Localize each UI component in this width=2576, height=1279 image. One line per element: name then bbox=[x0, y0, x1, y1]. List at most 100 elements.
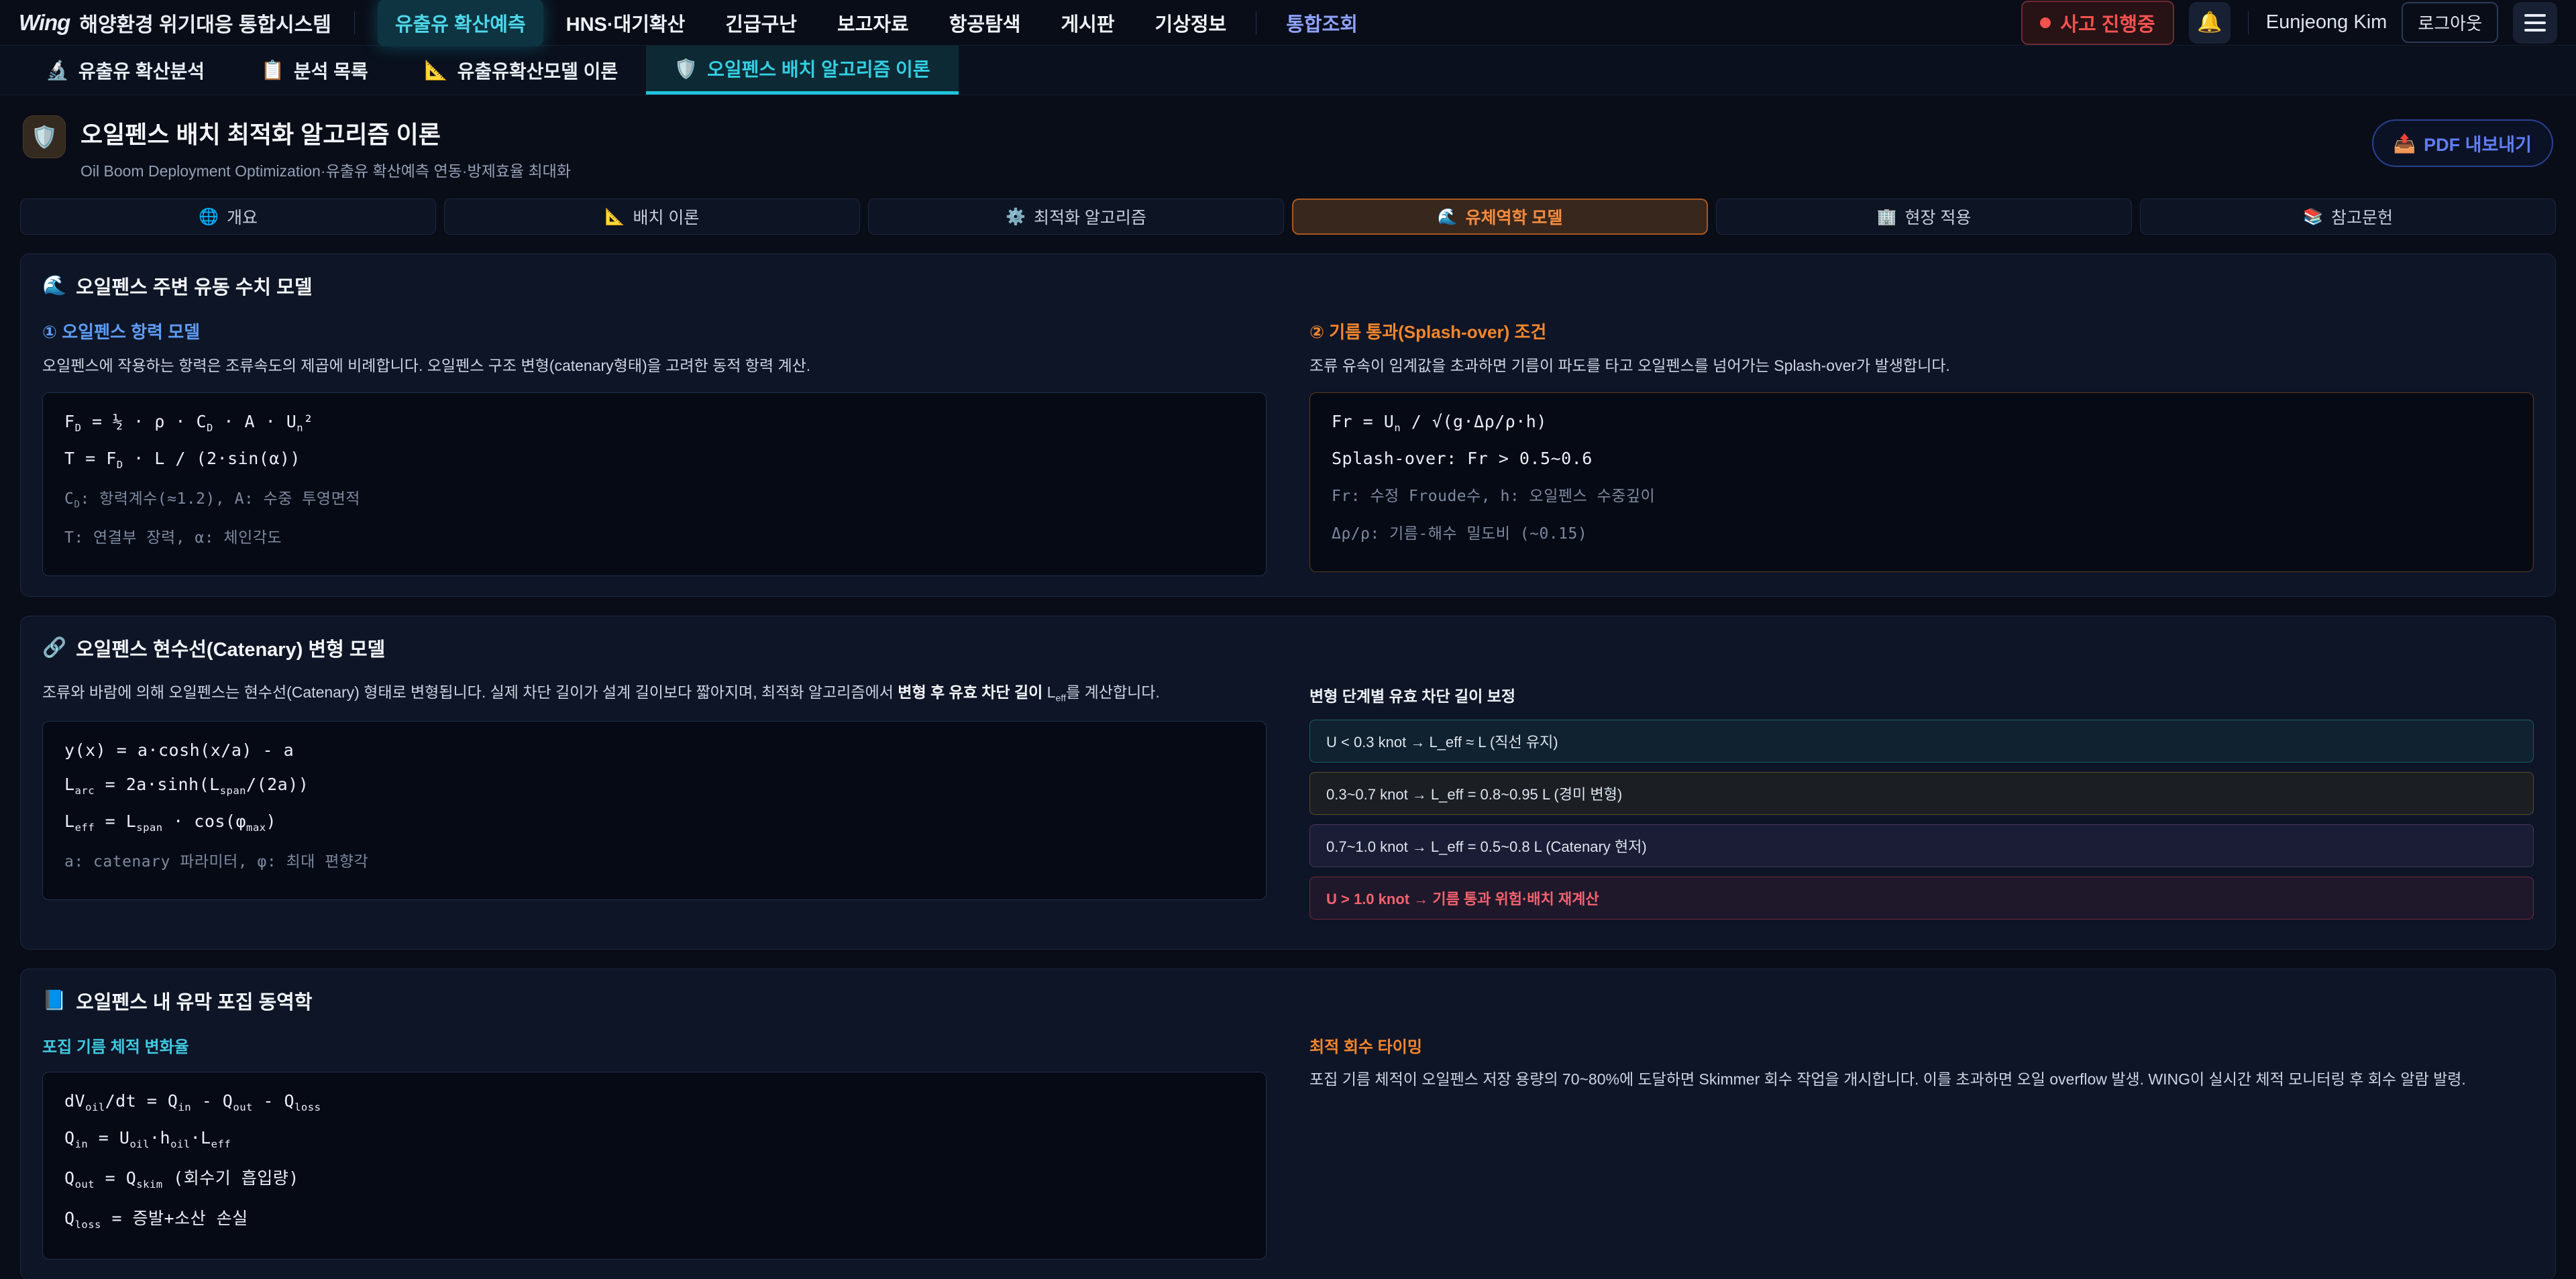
flow-model-section: 🌊 오일펜스 주변 유동 수치 모델 ① 오일펜스 항력 모델 오일펜스에 작용… bbox=[20, 254, 2556, 597]
book-icon: 📘 bbox=[42, 989, 66, 1012]
volume-rate-heading: 포집 기름 체적 변화율 bbox=[42, 1034, 1267, 1057]
section-title: 🌊 오일펜스 주변 유동 수치 모델 bbox=[42, 272, 2534, 300]
page-tabs: 🔬 유출유 확산분석 📋 분석 목록 📐 유출유확산모델 이론 🛡️ 오일펜스 … bbox=[0, 46, 2576, 95]
nav-item-board[interactable]: 게시판 bbox=[1043, 0, 1132, 46]
wave-icon: 🌊 bbox=[42, 274, 66, 297]
section-tab-label: 배치 이론 bbox=[633, 205, 699, 229]
globe-icon: 🌐 bbox=[199, 207, 219, 227]
formula-line: Leff = Lspan · cos(φmax) bbox=[64, 812, 1244, 834]
catenary-code-block: y(x) = a·cosh(x/a) - a Larc = 2a·sinh(Ls… bbox=[42, 721, 1267, 900]
ruler-icon: 📐 bbox=[605, 207, 625, 227]
drag-model-code-block: FD = ½ · ρ · CD · A · Un² T = FD · L / (… bbox=[42, 392, 1267, 577]
link-icon: 🔗 bbox=[42, 636, 66, 659]
tab-label: 오일펜스 배치 알고리즘 이론 bbox=[707, 55, 930, 82]
incident-status-badge[interactable]: 사고 진행중 bbox=[2021, 1, 2174, 45]
building-icon: 🏢 bbox=[1877, 207, 1897, 227]
tab-spill-model-theory[interactable]: 📐 유출유확산모델 이론 bbox=[396, 46, 647, 95]
nav-item-aerial-search[interactable]: 항공탐색 bbox=[932, 0, 1038, 46]
tab-analysis-list[interactable]: 📋 분석 목록 bbox=[233, 46, 396, 95]
splash-over-heading: ② 기름 통과(Splash-over) 조건 bbox=[1309, 319, 2534, 343]
brand-logo: Wing bbox=[19, 10, 70, 36]
formula-comment: T: 연결부 장력, α: 체인각도 bbox=[64, 524, 1244, 547]
topbar-right: 사고 진행중 🔔 Eunjeong Kim 로그아웃 bbox=[2021, 1, 2557, 45]
main-nav: 유출유 확산예측 HNS·대기확산 긴급구난 보고자료 항공탐색 게시판 기상정… bbox=[378, 0, 2021, 46]
drag-model-heading: ① 오일펜스 항력 모델 bbox=[42, 319, 1267, 343]
correction-item-severe: 0.7~1.0 knot → L_eff = 0.5~0.8 L (Catena… bbox=[1309, 824, 2534, 867]
drag-model-desc: 오일펜스에 작용하는 항력은 조류속도의 제곱에 비례합니다. 오일펜스 구조 … bbox=[42, 354, 1267, 378]
incident-badge-label: 사고 진행중 bbox=[2060, 9, 2155, 37]
page-title: 오일펜스 배치 최적화 알고리즘 이론 bbox=[80, 115, 571, 150]
section-tab-hydrodynamics-model[interactable]: 🌊 유체역학 모델 bbox=[1292, 199, 1708, 235]
formula-line: Larc = 2a·sinh(Lspan/(2a)) bbox=[64, 775, 1244, 797]
formula-line: FD = ½ · ρ · CD · A · Un² bbox=[64, 412, 1244, 434]
bell-icon: 🔔 bbox=[2197, 11, 2222, 34]
section-tab-label: 현장 적용 bbox=[1904, 205, 1971, 229]
correction-list: U < 0.3 knot → L_eff ≈ L (직선 유지) 0.3~0.7… bbox=[1309, 720, 2534, 920]
nav-item-integrated-search[interactable]: 통합조회 bbox=[1269, 0, 1375, 46]
splash-over-code-block: Fr = Un / √(g·Δρ/ρ·h) Splash-over: Fr > … bbox=[1309, 392, 2534, 572]
correction-item-danger: U > 1.0 knot → 기름 통과 위험·배치 재계산 bbox=[1309, 877, 2534, 920]
microscope-icon: 🔬 bbox=[46, 59, 69, 81]
section-tab-optimization-algorithm[interactable]: ⚙️ 최적화 알고리즘 bbox=[868, 199, 1284, 235]
section-title: 📘 오일펜스 내 유막 포집 동역학 bbox=[42, 987, 2534, 1015]
status-dot-icon bbox=[2040, 17, 2051, 28]
ruler-icon: 📐 bbox=[425, 59, 448, 81]
collection-dynamics-section: 📘 오일펜스 내 유막 포집 동역학 포집 기름 체적 변화율 dVoil/dt… bbox=[20, 968, 2556, 1279]
recovery-timing-column: 최적 회수 타이밍 포집 기름 체적이 오일펜스 저장 용량의 70~80%에 … bbox=[1309, 1020, 2534, 1260]
gear-icon: ⚙️ bbox=[1006, 207, 1026, 227]
user-name: Eunjeong Kim bbox=[2266, 11, 2387, 34]
page-header: 🛡️ 오일펜스 배치 최적화 알고리즘 이론 Oil Boom Deployme… bbox=[0, 95, 2576, 188]
catenary-desc: 조류와 바람에 의해 오일펜스는 현수선(Catenary) 형태로 변형됩니다… bbox=[42, 681, 1267, 706]
notification-bell-button[interactable]: 🔔 bbox=[2189, 2, 2231, 44]
formula-line: Fr = Un / √(g·Δρ/ρ·h) bbox=[1332, 412, 2512, 434]
section-title: 🔗 오일펜스 현수선(Catenary) 변형 모델 bbox=[42, 634, 2534, 662]
volume-rate-code-block: dVoil/dt = Qin - Qout - Qloss Qin = Uoil… bbox=[42, 1072, 1267, 1260]
section-tabs: 🌐 개요 📐 배치 이론 ⚙️ 최적화 알고리즘 🌊 유체역학 모델 🏢 현장 … bbox=[20, 199, 2556, 235]
splash-over-column: ② 기름 통과(Splash-over) 조건 조류 유속이 임계값을 초과하면… bbox=[1309, 305, 2534, 576]
tab-label: 분석 목록 bbox=[294, 57, 368, 84]
topbar: Wing 해양환경 위기대응 통합시스템 유출유 확산예측 HNS·대기확산 긴… bbox=[0, 0, 2576, 46]
export-icon: 📤 bbox=[2394, 133, 2416, 154]
content: 🌊 오일펜스 주변 유동 수치 모델 ① 오일펜스 항력 모델 오일펜스에 작용… bbox=[0, 235, 2576, 1279]
section-tab-deployment-theory[interactable]: 📐 배치 이론 bbox=[444, 199, 860, 235]
divider bbox=[2248, 11, 2249, 34]
correction-column: 변형 단계별 유효 차단 길이 보정 U < 0.3 knot → L_eff … bbox=[1309, 667, 2534, 929]
shield-icon: 🛡️ bbox=[674, 58, 698, 80]
hamburger-icon bbox=[2524, 14, 2546, 32]
nav-item-reports[interactable]: 보고자료 bbox=[820, 0, 926, 46]
nav-item-emergency-rescue[interactable]: 긴급구난 bbox=[708, 0, 814, 46]
page-subtitle: Oil Boom Deployment Optimization·유출유 확산예… bbox=[80, 158, 571, 181]
section-tab-label: 개요 bbox=[227, 205, 258, 229]
catenary-formula-column: 조류와 바람에 의해 오일펜스는 현수선(Catenary) 형태로 변형됩니다… bbox=[42, 667, 1267, 929]
formula-line: Qout = Qskim (회수기 흡입량) bbox=[64, 1165, 1244, 1190]
nav-item-weather[interactable]: 기상정보 bbox=[1138, 0, 1244, 46]
recovery-timing-heading: 최적 회수 타이밍 bbox=[1309, 1034, 2534, 1057]
tab-label: 유출유확산모델 이론 bbox=[458, 57, 619, 84]
menu-button[interactable] bbox=[2513, 2, 2557, 44]
tab-label: 유출유 확산분석 bbox=[78, 57, 205, 84]
tab-spill-diffusion-analysis[interactable]: 🔬 유출유 확산분석 bbox=[17, 46, 233, 95]
clipboard-icon: 📋 bbox=[261, 59, 284, 81]
formula-line: dVoil/dt = Qin - Qout - Qloss bbox=[64, 1091, 1244, 1113]
nav-item-hns-air-diffusion[interactable]: HNS·대기확산 bbox=[549, 0, 703, 46]
volume-rate-column: 포집 기름 체적 변화율 dVoil/dt = Qin - Qout - Qlo… bbox=[42, 1020, 1267, 1260]
logout-button[interactable]: 로그아웃 bbox=[2402, 2, 2498, 43]
section-tab-label: 최적화 알고리즘 bbox=[1034, 205, 1146, 229]
divider bbox=[354, 11, 355, 34]
shield-icon: 🛡️ bbox=[23, 115, 66, 158]
section-tab-overview[interactable]: 🌐 개요 bbox=[20, 199, 436, 235]
app-title: 해양환경 위기대응 통합시스템 bbox=[79, 8, 331, 38]
formula-comment: CD: 항력계수(≈1.2), A: 수중 투영면적 bbox=[64, 486, 1244, 510]
section-tab-references[interactable]: 📚 참고문헌 bbox=[2140, 199, 2556, 235]
wave-icon: 🌊 bbox=[1438, 207, 1458, 227]
pdf-export-button[interactable]: 📤 PDF 내보내기 bbox=[2372, 119, 2554, 167]
splash-over-desc: 조류 유속이 임계값을 초과하면 기름이 파도를 타고 오일펜스를 넘어가는 S… bbox=[1309, 354, 2534, 378]
drag-model-column: ① 오일펜스 항력 모델 오일펜스에 작용하는 항력은 조류속도의 제곱에 비례… bbox=[42, 305, 1267, 576]
formula-line: T = FD · L / (2·sin(α)) bbox=[64, 449, 1244, 471]
tab-boom-algorithm-theory[interactable]: 🛡️ 오일펜스 배치 알고리즘 이론 bbox=[646, 46, 958, 95]
section-tab-field-application[interactable]: 🏢 현장 적용 bbox=[1716, 199, 2132, 235]
brand: Wing 해양환경 위기대응 통합시스템 bbox=[19, 8, 331, 38]
correction-item-mild: 0.3~0.7 knot → L_eff = 0.8~0.95 L (경미 변형… bbox=[1309, 772, 2534, 815]
nav-item-spill-prediction[interactable]: 유출유 확산예측 bbox=[378, 0, 543, 46]
formula-comment: Fr: 수정 Froude수, h: 오일펜스 수중깊이 bbox=[1332, 483, 2512, 506]
